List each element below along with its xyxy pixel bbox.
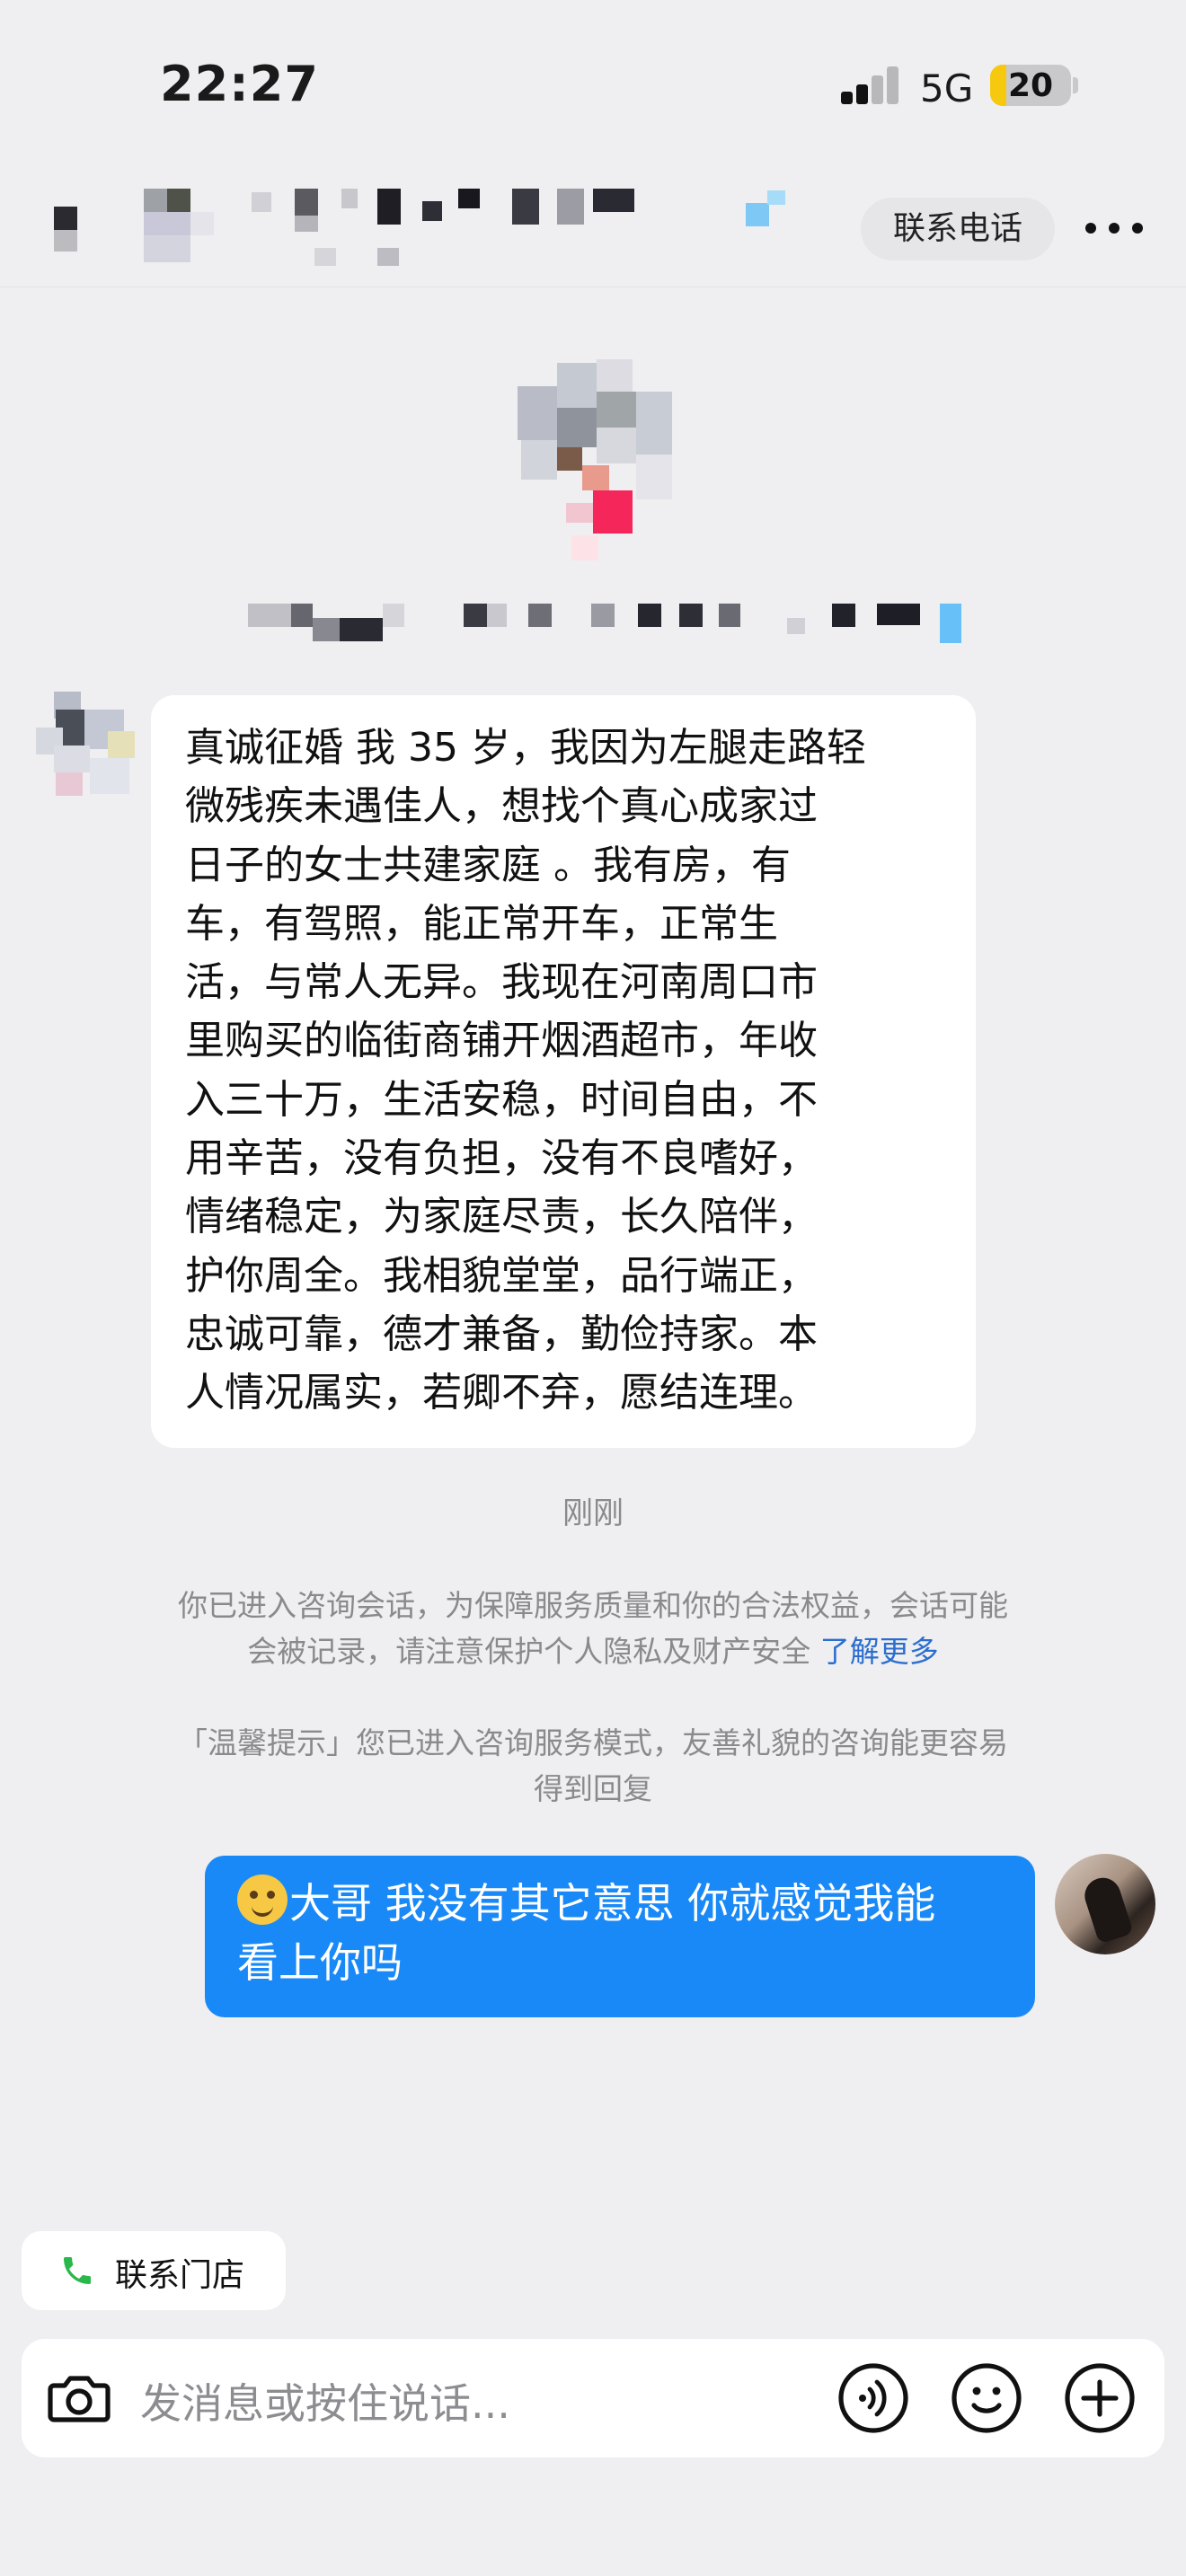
- warm-tip-line: 得到回复: [534, 1771, 652, 1806]
- contact-name-pixelated: [252, 189, 665, 269]
- message-line: 真诚征婚 我 35 岁，我因为左腿走路轻: [185, 725, 866, 771]
- more-options-icon[interactable]: [1085, 210, 1143, 246]
- message-line: 微残疾未遇佳人，想找个真心成家过: [185, 783, 818, 830]
- back-button[interactable]: [54, 207, 81, 251]
- contact-store-label: 联系门店: [115, 2257, 245, 2294]
- chat-header: 联系电话: [0, 171, 1186, 287]
- message-line: 活，与常人无异。我现在河南周口市: [185, 959, 818, 1006]
- warm-tip-notice: 「温馨提示」您已进入咨询服务模式，友善礼貌的咨询能更容易 得到回复: [0, 1720, 1186, 1812]
- emoji-icon[interactable]: [951, 2362, 1022, 2434]
- cellular-signal-icon: [841, 66, 900, 104]
- profile-avatar-pixelated[interactable]: [503, 359, 683, 560]
- warm-tip-line: 「温馨提示」您已进入咨询服务模式，友善礼貌的咨询能更容易: [178, 1725, 1008, 1760]
- message-line: 入三十万，生活安稳，时间自由，不: [185, 1076, 818, 1123]
- message-input[interactable]: 发消息或按住说话...: [140, 2371, 510, 2430]
- add-more-icon[interactable]: [1064, 2362, 1136, 2434]
- session-notice: 你已进入咨询会话，为保障服务质量和你的合法权益，会话可能 会被记录，请注意保护个…: [0, 1583, 1186, 1674]
- outgoing-message-bubble[interactable]: 大哥 我没有其它意思 你就感觉我能 看上你吗: [205, 1856, 1035, 2017]
- battery-level: 20: [1007, 67, 1054, 104]
- profile-info-pixelated: [248, 600, 967, 645]
- learn-more-link[interactable]: 了解更多: [820, 1634, 939, 1669]
- session-notice-line: 会被记录，请注意保护个人隐私及财产安全: [247, 1634, 811, 1669]
- message-input-bar: 发消息或按住说话...: [22, 2339, 1164, 2457]
- network-type: 5G: [920, 66, 974, 110]
- smile-emoji-icon: [237, 1875, 288, 1925]
- contact-phone-button[interactable]: 联系电话: [861, 198, 1056, 260]
- clock: 22:27: [160, 56, 319, 112]
- battery-icon: 20: [990, 65, 1071, 106]
- session-notice-line: 你已进入咨询会话，为保障服务质量和你的合法权益，会话可能: [178, 1588, 1008, 1623]
- message-line: 情绪稳定，为家庭尽责，长久陪伴，: [185, 1194, 818, 1240]
- camera-icon[interactable]: [43, 2362, 115, 2434]
- message-line: 大哥 我没有其它意思 你就感觉我能: [289, 1879, 936, 1928]
- message-line: 护你周全。我相貌堂堂，品行端正，: [185, 1252, 818, 1299]
- message-line: 忠诚可靠，德才兼备，勤俭持家。本: [185, 1310, 818, 1357]
- message-line: 车，有驾照，能正常开车，正常生: [185, 900, 778, 947]
- message-line: 看上你吗: [237, 1938, 403, 1987]
- incoming-message-bubble[interactable]: 真诚征婚 我 35 岁，我因为左腿走路轻 微残疾未遇佳人，想找个真心成家过 日子…: [151, 695, 976, 1448]
- contact-phone-label: 联系电话: [893, 210, 1023, 247]
- contact-avatar-pixelated[interactable]: [144, 189, 237, 269]
- message-line: 日子的女士共建家庭 。我有房，有: [185, 842, 791, 888]
- voice-input-icon[interactable]: [837, 2362, 909, 2434]
- battery-tip: [1073, 77, 1078, 93]
- sender-avatar-pixelated[interactable]: [36, 692, 144, 799]
- message-line: 用辛苦，没有负担，没有不良嗜好，: [185, 1135, 818, 1182]
- verified-badge-pixelated: [746, 190, 791, 226]
- contact-store-button[interactable]: 联系门店: [22, 2231, 286, 2310]
- status-bar: 22:27 5G 20: [0, 0, 1186, 171]
- my-avatar[interactable]: [1055, 1854, 1155, 1954]
- message-timestamp: 刚刚: [562, 1495, 624, 1531]
- message-line: 里购买的临街商铺开烟酒超市，年收: [185, 1018, 818, 1064]
- phone-icon: [64, 2257, 91, 2284]
- message-line: 人情况属实，若卿不弃，愿结连理。: [185, 1370, 818, 1416]
